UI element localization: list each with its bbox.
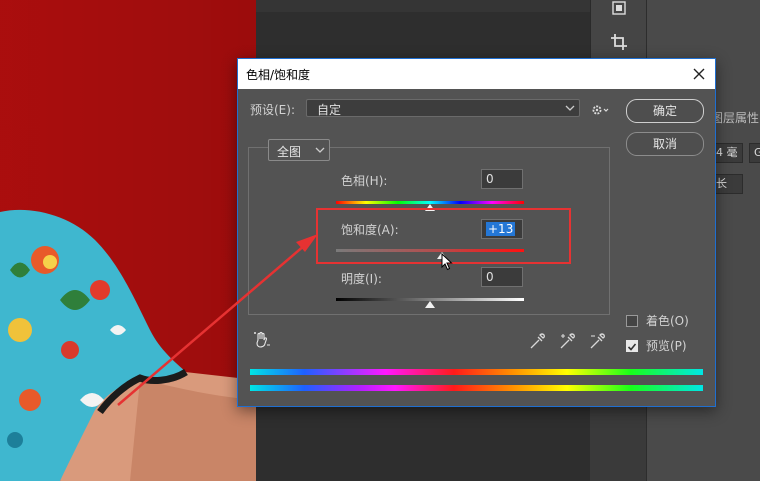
workspace-strip <box>256 0 590 12</box>
lightness-label: 明度(I): <box>341 272 382 286</box>
preset-label: 预设(E): <box>250 103 295 117</box>
hue-input[interactable]: 0 <box>481 169 523 189</box>
output-color-spectrum <box>250 385 703 391</box>
preset-dropdown[interactable]: 自定 <box>306 99 580 117</box>
eyedropper-minus-icon[interactable] <box>588 331 606 351</box>
canvas-photo <box>0 0 256 481</box>
dialog-title: 色相/饱和度 <box>246 68 311 82</box>
colorize-label: 着色(O) <box>646 314 689 328</box>
chevron-down-icon <box>315 144 325 158</box>
preview-label: 预览(P) <box>646 339 687 353</box>
colorize-checkbox[interactable] <box>626 315 638 327</box>
input-color-spectrum <box>250 369 703 375</box>
edit-channel-dropdown[interactable]: 全图 <box>268 139 330 161</box>
close-icon[interactable] <box>689 64 709 84</box>
gear-icon[interactable] <box>592 103 610 117</box>
eyedropper-plus-icon[interactable] <box>558 331 576 351</box>
layer-icon[interactable] <box>607 0 631 20</box>
crop-icon[interactable] <box>607 30 631 54</box>
panel-tab-properties[interactable]: 图层属性 <box>711 104 760 132</box>
mouse-cursor-icon <box>441 252 453 274</box>
ok-button[interactable]: 确定 <box>626 99 704 123</box>
lightness-input[interactable]: 0 <box>481 267 523 287</box>
dialog-titlebar[interactable]: 色相/饱和度 <box>238 59 715 89</box>
hue-label: 色相(H): <box>341 174 388 188</box>
hand-adjust-icon[interactable] <box>252 330 272 350</box>
photo-figure <box>0 209 256 481</box>
cancel-button[interactable]: 取消 <box>626 132 704 156</box>
edit-channel-value: 全图 <box>277 145 302 159</box>
eyedropper-icon[interactable] <box>528 331 546 351</box>
preview-checkbox[interactable] <box>626 340 638 352</box>
chevron-down-icon <box>565 102 575 116</box>
preset-value: 自定 <box>317 103 342 117</box>
lightness-slider-thumb[interactable] <box>425 301 435 308</box>
panel-field-link[interactable]: G <box>749 143 760 163</box>
